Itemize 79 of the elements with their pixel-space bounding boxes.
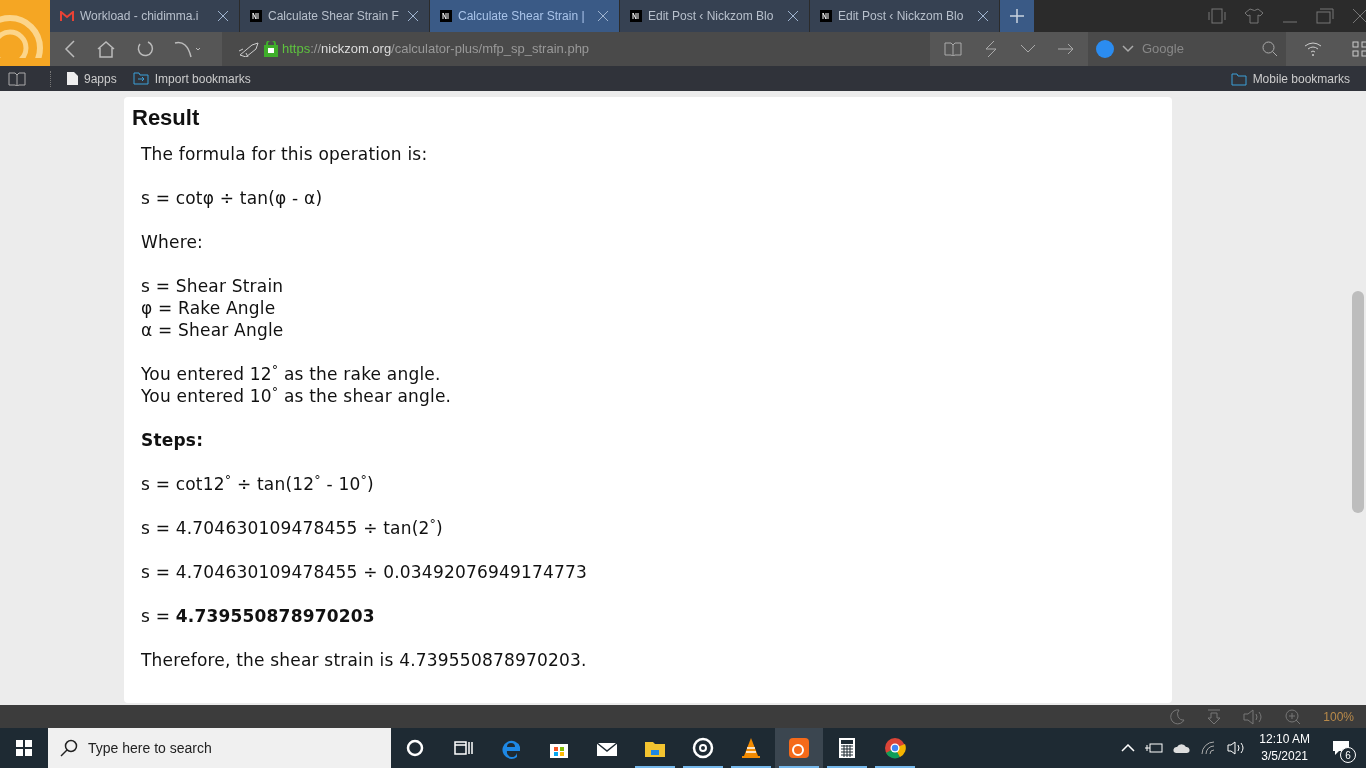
result-text: φ = Rake Angle xyxy=(141,297,277,319)
reload-icon[interactable] xyxy=(136,40,154,58)
zoom-level[interactable]: 100% xyxy=(1323,707,1354,726)
grid-icon[interactable] xyxy=(1352,41,1366,57)
result-text: α = Shear Angle xyxy=(141,319,285,341)
page-icon xyxy=(67,72,78,85)
search-icon xyxy=(1262,41,1278,57)
clock[interactable]: 12:10 AM 3/5/2021 xyxy=(1255,731,1314,765)
traffic-cone-icon xyxy=(740,737,762,759)
bookmark-link[interactable]: 9apps xyxy=(67,69,117,88)
result-text: s = 4.704630109478455 ÷ 0.03492076949174773 xyxy=(141,561,589,583)
result-text: s = Shear Strain xyxy=(141,275,285,297)
result-text: Where: xyxy=(141,231,205,253)
import-icon xyxy=(132,72,149,85)
result-text: Therefore, the shear strain is 4.739550878970203. xyxy=(141,649,588,671)
close-icon[interactable] xyxy=(597,10,609,22)
browser-tab[interactable]: Edit Post ‹ Nickzom Blo xyxy=(810,0,1000,32)
zoom-in-icon[interactable] xyxy=(1285,708,1302,725)
plus-icon xyxy=(1009,8,1025,24)
cloud-icon[interactable] xyxy=(1173,742,1192,754)
result-text: You entered 12$^{°}$ as the rake angle. xyxy=(141,363,442,385)
back-icon[interactable] xyxy=(64,40,76,58)
site-icon xyxy=(820,10,832,22)
forward-icon[interactable] xyxy=(174,40,202,58)
site-icon xyxy=(250,10,262,22)
notification-count: 6 xyxy=(1340,747,1356,763)
close-icon[interactable] xyxy=(787,10,799,22)
rocket-icon xyxy=(238,41,260,57)
circle-icon xyxy=(404,737,426,759)
lock-icon xyxy=(264,41,278,57)
book-icon[interactable] xyxy=(944,42,962,56)
music-disc-icon xyxy=(692,737,714,759)
download-icon[interactable] xyxy=(1207,708,1222,725)
result-heading: Result xyxy=(132,104,201,132)
home-icon[interactable] xyxy=(96,40,116,58)
result-text: You entered 10$^{°}$ as the shear angle. xyxy=(141,385,453,407)
close-icon[interactable] xyxy=(1352,8,1366,24)
search-icon xyxy=(60,739,78,757)
site-icon xyxy=(630,10,642,22)
lightning-icon[interactable] xyxy=(984,40,998,58)
browser-tab[interactable]: Workload - chidimma.i xyxy=(50,0,240,32)
shirt-icon[interactable] xyxy=(1244,8,1264,24)
speaker-icon[interactable] xyxy=(1227,741,1246,755)
calculator-icon xyxy=(836,737,858,759)
result-text: s = cot12$^{°}$ ÷ tan(12$^{°}$ - 10$^{°}$) xyxy=(141,473,375,495)
sync-folder-icon xyxy=(1230,71,1247,86)
mobile-bookmarks-link[interactable]: Mobile bookmarks xyxy=(1230,69,1366,88)
taskbar-app-button[interactable] xyxy=(775,728,823,768)
result-text: The formula for this operation is: xyxy=(141,143,429,165)
arrow-right-icon[interactable] xyxy=(1058,43,1074,55)
mail-icon xyxy=(60,10,74,22)
result-text: s = 4.704630109478455 ÷ tan(2$^{°}$) xyxy=(141,517,444,539)
battery-plug-icon[interactable] xyxy=(1145,742,1164,754)
section-heading: Steps: xyxy=(141,429,205,451)
close-icon[interactable] xyxy=(217,10,229,22)
address-bar[interactable]: https://nickzom.org/calculator-plus/mfp_sp_strain.php xyxy=(222,32,930,66)
result-text: s = 4.739550878970203 xyxy=(141,605,376,627)
taskbar-search-field[interactable]: Type here to search xyxy=(48,728,391,768)
search-engine-icon xyxy=(1096,40,1114,58)
chevron-up-icon[interactable] xyxy=(1121,744,1136,752)
result-text: s = cotφ ÷ tan(φ - α) xyxy=(141,187,324,209)
bookmark-link[interactable]: Import bookmarks xyxy=(132,69,251,88)
book-icon[interactable] xyxy=(8,71,26,86)
new-tab-button[interactable] xyxy=(1000,0,1034,32)
site-icon xyxy=(440,10,452,22)
browser-tab[interactable]: Calculate Shear Strain F xyxy=(240,0,430,32)
windows-logo-icon xyxy=(16,740,32,756)
moon-icon[interactable] xyxy=(1169,708,1186,725)
wifi-icon[interactable] xyxy=(1304,42,1322,56)
chrome-browser-icon xyxy=(884,737,906,759)
chevron-down-icon[interactable] xyxy=(1020,44,1036,54)
clock-date: 3/5/2021 xyxy=(1261,748,1308,765)
url-text: https://nickzom.org/calculator-plus/mfp_sp_strain.php xyxy=(282,40,590,59)
close-icon[interactable] xyxy=(407,10,419,22)
browser-tab[interactable]: Calculate Shear Strain | xyxy=(430,0,620,32)
close-icon[interactable] xyxy=(977,10,989,22)
clock-time: 12:10 AM xyxy=(1259,731,1310,748)
browser-tab[interactable]: Edit Post ‹ Nickzom Blo xyxy=(620,0,810,32)
chevron-down-icon xyxy=(1122,45,1134,53)
